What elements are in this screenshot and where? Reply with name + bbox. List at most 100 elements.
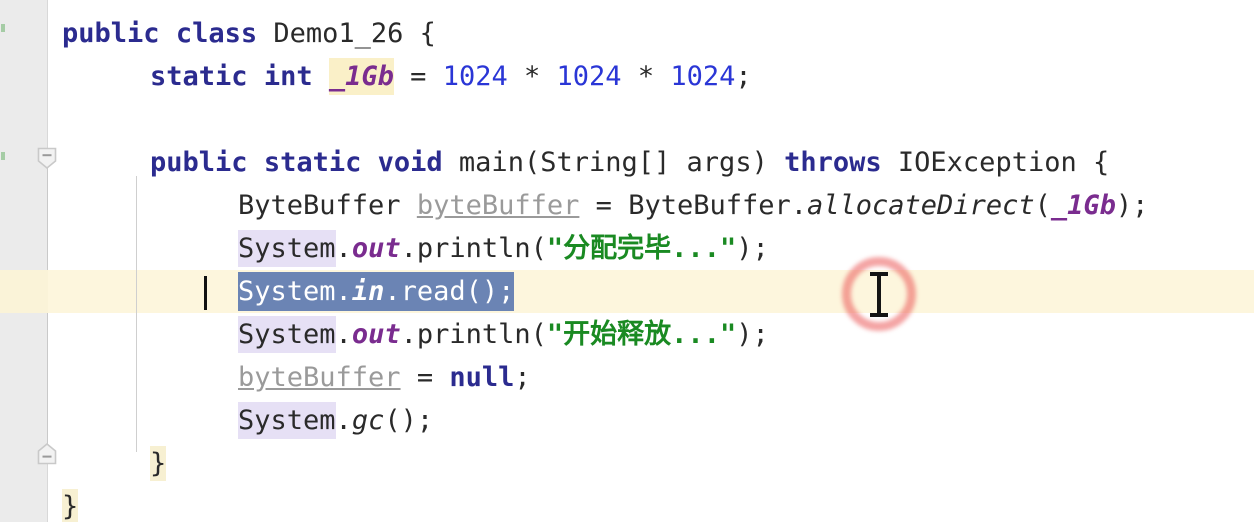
code-token: String: [540, 147, 638, 178]
code-token: gc: [351, 405, 385, 436]
caret-line-highlight-gutter: [0, 270, 48, 313]
code-token: =: [595, 190, 612, 221]
code-editor[interactable]: public class Demo1_26 {static int _1Gb =…: [0, 0, 1254, 522]
code-token: _1Gb: [328, 61, 394, 92]
vcs-change-marker[interactable]: [1, 24, 5, 32]
code-token: .: [384, 276, 401, 307]
code-token: 1024: [442, 61, 508, 92]
code-token: ();: [384, 405, 434, 436]
code-token: in: [351, 276, 385, 307]
code-token: .: [335, 405, 352, 436]
text-caret: [204, 276, 207, 310]
code-token: read: [400, 276, 466, 307]
code-token: System: [238, 233, 336, 264]
mouse-cursor-ibeam: [866, 272, 892, 318]
code-token: .: [400, 319, 417, 350]
code-token: public: [150, 147, 248, 178]
code-token: *: [523, 61, 541, 92]
code-token: static: [150, 61, 248, 92]
code-token: .: [335, 233, 352, 264]
code-token: }: [150, 448, 167, 479]
code-token: );: [1115, 190, 1149, 221]
code-token: ): [751, 147, 785, 178]
code-token: );: [736, 319, 769, 350]
code-token: static: [263, 147, 362, 178]
code-token: allocateDirect: [807, 190, 1035, 221]
code-token: out: [351, 319, 401, 350]
code-line[interactable]: byteBuffer = null;: [238, 356, 531, 399]
code-token: *: [637, 61, 655, 92]
code-token: throws: [784, 147, 882, 178]
code-line[interactable]: public class Demo1_26 {: [62, 12, 436, 55]
vcs-change-strip[interactable]: [0, 0, 9, 522]
code-token: _1Gb: [1050, 190, 1116, 221]
code-token: ;: [514, 362, 531, 393]
code-token: Demo1_26: [273, 18, 404, 49]
code-token: null: [449, 362, 515, 393]
code-token: ;: [735, 61, 752, 92]
code-token: int: [263, 61, 313, 92]
code-line[interactable]: }: [62, 485, 79, 522]
code-line[interactable]: public static void main(String[] args) t…: [150, 141, 1109, 184]
code-token: (: [1034, 190, 1051, 221]
code-token: {: [1076, 147, 1110, 178]
code-token: "开始释放...": [546, 319, 737, 350]
code-token: .: [790, 190, 808, 221]
selected-text[interactable]: System.in.read();: [238, 276, 515, 307]
code-token: .: [335, 276, 352, 307]
code-line[interactable]: System.out.println("开始释放...");: [238, 313, 769, 356]
code-line[interactable]: ByteBuffer byteBuffer = ByteBuffer.alloc…: [238, 184, 1148, 227]
code-token: (: [530, 319, 547, 350]
code-token: .: [400, 233, 417, 264]
code-token: public: [62, 18, 160, 49]
vcs-change-marker[interactable]: [1, 152, 5, 160]
code-token: System: [238, 405, 336, 436]
code-line[interactable]: static int _1Gb = 1024 * 1024 * 1024;: [150, 55, 752, 98]
code-token: ByteBuffer: [238, 190, 401, 221]
code-token: (: [523, 147, 541, 178]
code-token: {: [403, 18, 436, 49]
code-surface[interactable]: public class Demo1_26 {static int _1Gb =…: [48, 0, 1254, 522]
code-token: .: [335, 319, 352, 350]
code-line[interactable]: System.gc();: [238, 399, 433, 442]
code-token: args: [686, 147, 752, 178]
code-token: class: [175, 18, 258, 49]
code-token: byteBuffer: [416, 190, 580, 221]
code-token: =: [416, 362, 434, 393]
code-line[interactable]: System.out.println("分配完毕...");: [238, 227, 769, 270]
code-token: main: [458, 147, 524, 178]
code-line[interactable]: }: [150, 442, 167, 485]
caret-line-highlight: [48, 270, 1254, 313]
code-token: ();: [465, 276, 515, 307]
code-line[interactable]: System.in.read();: [238, 270, 515, 313]
code-token: =: [410, 61, 427, 92]
indent-guide: [136, 176, 137, 452]
fold-collapse-method-end-icon[interactable]: [33, 440, 61, 468]
code-token: out: [351, 233, 401, 264]
code-token: System: [238, 276, 336, 307]
code-token: 1024: [670, 61, 736, 92]
code-token: 1024: [556, 61, 622, 92]
code-token: println: [416, 233, 531, 264]
code-token: println: [416, 319, 531, 350]
code-token: "分配完毕...": [546, 233, 737, 264]
code-token: }: [62, 491, 79, 522]
code-token: );: [736, 233, 769, 264]
code-token: []: [637, 147, 687, 178]
fold-collapse-method-icon[interactable]: [33, 144, 61, 172]
